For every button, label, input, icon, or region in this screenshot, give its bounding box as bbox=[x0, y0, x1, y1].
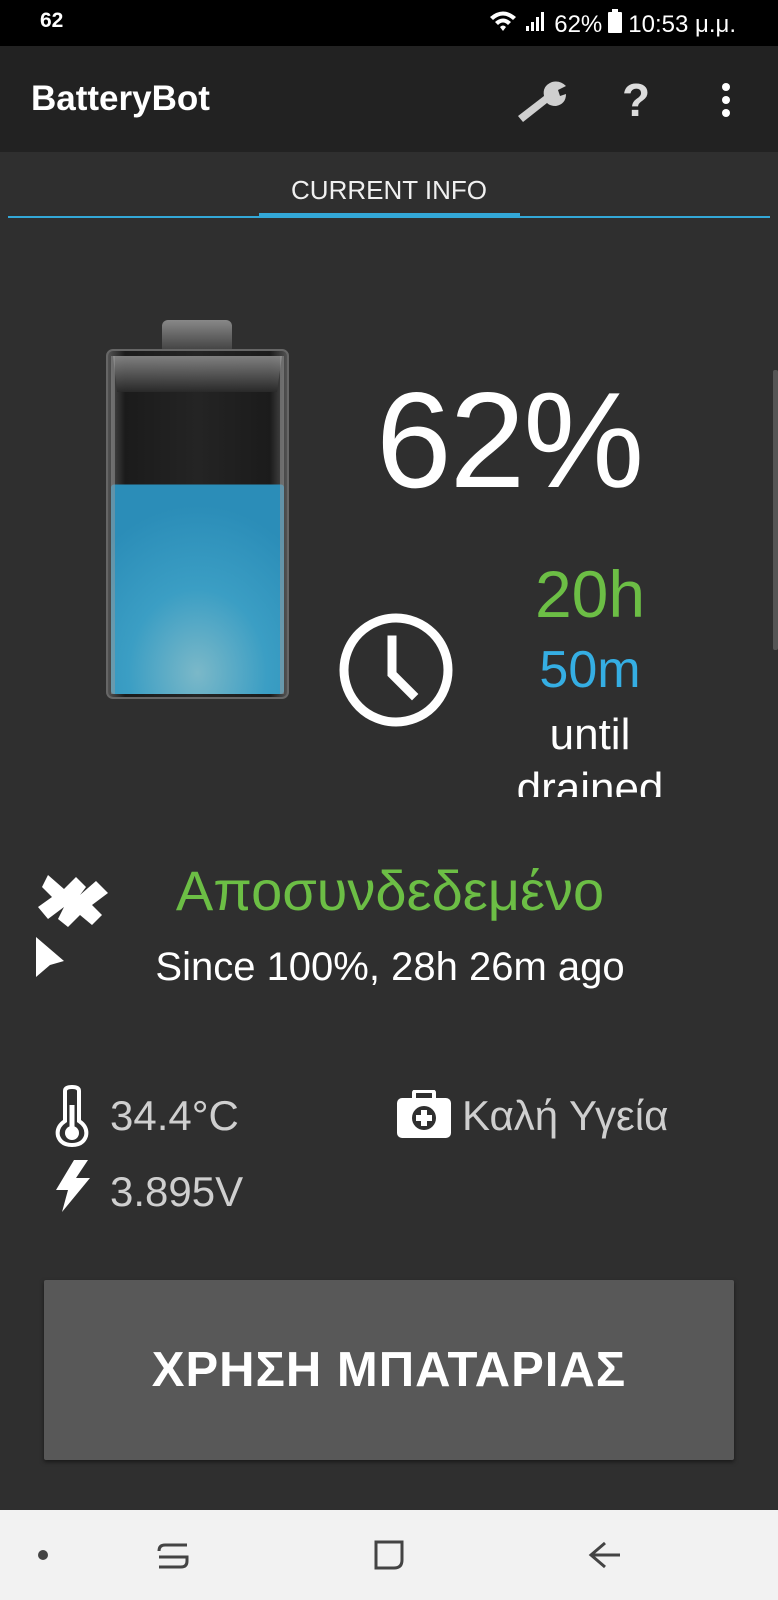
time-left-minutes: 50m bbox=[539, 641, 641, 699]
first-aid-kit-icon bbox=[396, 1089, 452, 1145]
app-title: BatteryBot bbox=[31, 79, 210, 118]
navigation-bar bbox=[0, 1510, 778, 1600]
tab-indicator bbox=[259, 213, 520, 218]
status-bar: 62 62% 10:53 μ.μ. bbox=[0, 0, 778, 46]
recent-apps-icon[interactable] bbox=[148, 1532, 198, 1578]
tab-current-info[interactable]: CURRENT INFO bbox=[0, 175, 778, 206]
unplugged-icon bbox=[34, 865, 114, 990]
back-icon[interactable] bbox=[580, 1532, 630, 1578]
lightning-bolt-icon bbox=[54, 1158, 94, 1219]
home-icon[interactable] bbox=[364, 1532, 414, 1578]
notification-count: 62 bbox=[40, 9, 64, 32]
thermometer-icon bbox=[52, 1084, 92, 1152]
more-vert-icon[interactable] bbox=[706, 72, 746, 128]
voltage-value: 3.895V bbox=[110, 1168, 244, 1215]
connection-status: Αποσυνδεδεμένο bbox=[175, 859, 605, 922]
battery-icon bbox=[608, 9, 623, 40]
scrollbar[interactable] bbox=[773, 370, 778, 650]
battery-usage-button[interactable]: ΧΡΗΣΗ ΜΠΑΤΑΡΙΑΣ bbox=[44, 1280, 734, 1460]
status-time: 10:53 μ.μ. bbox=[628, 10, 736, 38]
time-left-drained-container: drained bbox=[500, 765, 680, 797]
dot-icon[interactable] bbox=[23, 1532, 63, 1578]
clock-icon bbox=[338, 612, 454, 733]
wrench-icon[interactable] bbox=[512, 72, 572, 128]
help-icon[interactable]: ? bbox=[606, 72, 666, 128]
signal-icon bbox=[524, 9, 548, 40]
time-left-drained: drained bbox=[516, 765, 664, 797]
connection-since: Since 100%, 28h 26m ago bbox=[155, 945, 625, 989]
battery-percent: 62% bbox=[376, 364, 644, 516]
app-bar: BatteryBot ? bbox=[0, 46, 778, 152]
battery-health: Καλή Υγεία bbox=[462, 1092, 669, 1139]
tab-bar: CURRENT INFO bbox=[0, 152, 778, 220]
status-battery-percent: 62% bbox=[554, 10, 603, 38]
battery-graphic bbox=[105, 320, 290, 700]
time-left-until: until bbox=[549, 710, 631, 759]
wifi-icon bbox=[488, 8, 518, 41]
time-left-hours: 20h bbox=[534, 557, 646, 631]
status-icons: 62% 10:53 μ.μ. bbox=[488, 8, 736, 41]
temperature-value: 34.4°C bbox=[110, 1092, 239, 1139]
